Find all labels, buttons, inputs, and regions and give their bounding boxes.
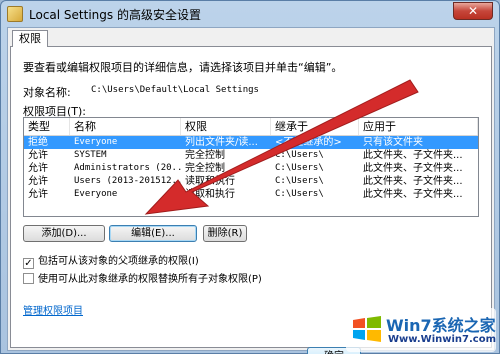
tab-permissions[interactable]: 权限 (12, 30, 48, 47)
column-header-name[interactable]: 名称 (70, 118, 181, 135)
permission-entries-list[interactable]: 类型 名称 权限 继承于 应用于 拒绝 Everyone 列出文件夹/读... … (23, 117, 479, 217)
manage-permissions-link[interactable]: 管理权限项目 (23, 302, 83, 317)
include-inheritable-checkbox-row[interactable]: ✓ 包括可从该对象的父项继承的权限(I) (23, 252, 199, 269)
checkbox-checked-icon[interactable]: ✓ (23, 258, 34, 269)
table-row[interactable]: 允许 SYSTEM 完全控制 C:\Users\ 此文件夹、子文件夹... (24, 149, 478, 162)
window-title: Local Settings 的高级安全设置 (29, 8, 201, 22)
folder-icon (7, 6, 23, 22)
cell-type: 允许 (28, 163, 48, 174)
cell-apply-to: 只有该文件夹 (363, 137, 423, 148)
cell-type: 允许 (28, 189, 48, 200)
column-header-permission[interactable]: 权限 (181, 118, 271, 135)
cell-name: Everyone (74, 137, 118, 147)
replace-child-permissions-label: 使用可从此对象继承的权限替换所有子对象权限(P) (38, 274, 262, 285)
cell-inherited-from: <不是继承的> (275, 137, 342, 148)
column-header-type[interactable]: 类型 (24, 118, 70, 135)
cell-permission: 读取和执行 (185, 189, 235, 200)
table-row[interactable]: 允许 Everyone 读取和执行 C:\Users\ 此文件夹、子文件夹... (24, 188, 478, 201)
cell-permission: 读取和执行 (185, 176, 235, 187)
object-name-value: C:\Users\Default\Local Settings (91, 85, 259, 95)
replace-child-permissions-checkbox-row[interactable]: 使用可从此对象继承的权限替换所有子对象权限(P) (23, 270, 262, 285)
cell-type: 拒绝 (28, 137, 48, 148)
cell-inherited-from: C:\Users\ (275, 189, 324, 199)
checkbox-unchecked-icon[interactable] (23, 273, 34, 284)
column-header-apply-to[interactable]: 应用于 (359, 118, 478, 135)
watermark-brand: Win7系统之家 (386, 316, 496, 335)
cell-type: 允许 (28, 150, 48, 161)
watermark-url: Www.Winwin7.com (388, 334, 497, 345)
edit-button[interactable]: 编辑(E)... (109, 225, 197, 242)
add-button[interactable]: 添加(D)... (23, 225, 105, 242)
cell-apply-to: 此文件夹、子文件夹... (363, 176, 463, 187)
cell-inherited-from: C:\Users\ (275, 150, 324, 160)
cell-type: 允许 (28, 176, 48, 187)
cell-apply-to: 此文件夹、子文件夹... (363, 150, 463, 161)
column-header-inherited-from[interactable]: 继承于 (271, 118, 359, 135)
cell-inherited-from: C:\Users\ (275, 176, 324, 186)
table-row[interactable]: 拒绝 Everyone 列出文件夹/读... <不是继承的> 只有该文件夹 (24, 136, 478, 149)
cell-name: SYSTEM (74, 150, 107, 160)
cell-name: Everyone (74, 189, 118, 199)
cell-inherited-from: C:\Users\ (275, 163, 324, 173)
title-bar[interactable]: Local Settings 的高级安全设置 ✕ (1, 1, 499, 27)
table-row[interactable]: 允许 Administrators (20... 完全控制 C:\Users\ … (24, 162, 478, 175)
object-name-label: 对象名称: (23, 86, 71, 99)
cell-permission: 完全控制 (185, 163, 225, 174)
cell-name: Administrators (20... (74, 163, 181, 173)
cell-name: Users (2013-201512... (74, 176, 181, 186)
cell-permission: 完全控制 (185, 150, 225, 161)
intro-text: 要查看或编辑权限项目的详细信息，请选择该项目并单击“编辑”。 (23, 61, 343, 74)
list-header: 类型 名称 权限 继承于 应用于 (24, 118, 478, 136)
cell-permission: 列出文件夹/读... (185, 137, 258, 148)
close-button[interactable]: ✕ (453, 2, 493, 20)
windows-logo-icon (353, 316, 381, 342)
security-settings-window: Local Settings 的高级安全设置 ✕ 权限 要查看或编辑权限项目的详… (0, 0, 500, 354)
table-row[interactable]: 允许 Users (2013-201512... 读取和执行 C:\Users\… (24, 175, 478, 188)
cell-apply-to: 此文件夹、子文件夹... (363, 163, 463, 174)
delete-button[interactable]: 删除(R) (203, 225, 247, 242)
cell-apply-to: 此文件夹、子文件夹... (363, 189, 463, 200)
watermark: Win7系统之家 Www.Winwin7.com (346, 308, 496, 352)
include-inheritable-label: 包括可从该对象的父项继承的权限(I) (38, 256, 199, 267)
permissions-panel: 要查看或编辑权限项目的详细信息，请选择该项目并单击“编辑”。 对象名称: C:\… (10, 46, 492, 354)
client-area: 权限 要查看或编辑权限项目的详细信息，请选择该项目并单击“编辑”。 对象名称: … (7, 27, 495, 354)
